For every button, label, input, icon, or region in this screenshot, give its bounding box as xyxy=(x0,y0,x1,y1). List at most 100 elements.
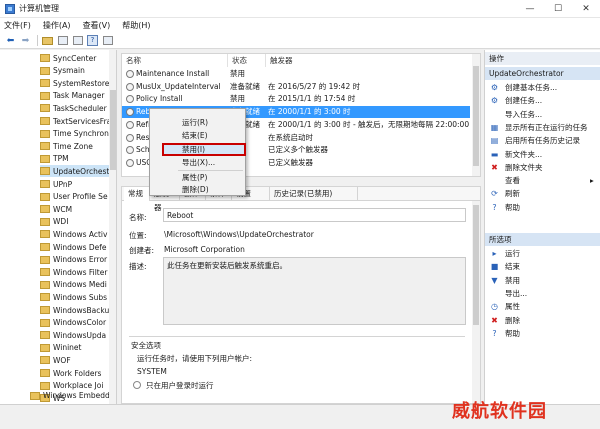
folder-icon xyxy=(40,129,50,138)
menu-file[interactable]: 文件(F) xyxy=(4,20,31,31)
tree-item[interactable]: UPnP xyxy=(40,178,72,190)
detail-scrollbar[interactable] xyxy=(472,201,480,403)
tree-item[interactable]: TaskScheduler xyxy=(40,102,107,114)
tree-item[interactable]: TextServicesFra xyxy=(40,115,111,127)
action-label: 查看 xyxy=(505,176,520,186)
tree-item[interactable]: WCM xyxy=(40,203,72,215)
action-item[interactable]: ✖ 删除 xyxy=(490,315,598,327)
menu-item-run[interactable]: 运行(R) xyxy=(182,117,208,128)
tree-item[interactable]: SyncCenter xyxy=(40,52,96,64)
close-button[interactable]: ✕ xyxy=(572,0,600,18)
tab-history[interactable]: 历史记录(已禁用) xyxy=(270,187,358,201)
actions-section-folder[interactable]: UpdateOrchestrator xyxy=(485,67,600,80)
location-label: 位置: xyxy=(129,231,147,240)
column-header-status[interactable]: 状态 xyxy=(228,54,266,67)
tree-item[interactable]: Time Synchron xyxy=(40,128,109,140)
tree-item[interactable]: UpdateOrchest xyxy=(40,165,110,178)
tree-item[interactable]: WindowsUpda xyxy=(40,329,106,341)
panel-icon[interactable] xyxy=(101,35,114,47)
properties-icon[interactable] xyxy=(71,35,84,47)
console-tree-icon[interactable] xyxy=(56,35,69,47)
name-field[interactable]: Reboot xyxy=(163,208,466,222)
tree-item-label: UpdateOrchest xyxy=(53,166,110,176)
menu-view[interactable]: 查看(V) xyxy=(83,20,111,31)
tree-item[interactable]: Wininet xyxy=(40,342,81,354)
action-item[interactable]: ◷ 属性 xyxy=(490,301,598,313)
tree-item-label: WDI xyxy=(53,217,69,227)
radio-logged-on-only[interactable] xyxy=(133,381,141,389)
task-list-scrollbar[interactable] xyxy=(472,54,480,176)
tree-item[interactable]: Windows Error xyxy=(40,254,107,266)
action-item[interactable]: 导入任务... xyxy=(490,109,598,121)
tab-general[interactable]: 常规 xyxy=(124,187,150,201)
folder-icon xyxy=(40,280,50,289)
maximize-button[interactable]: ☐ xyxy=(544,0,572,18)
tree-item[interactable]: SystemRestore xyxy=(40,77,109,89)
menu-action[interactable]: 操作(A) xyxy=(43,20,71,31)
action-item[interactable]: ⟳ 刷新 xyxy=(490,188,598,200)
back-arrow-icon[interactable]: ⬅ xyxy=(4,35,17,47)
help-icon[interactable]: ? xyxy=(86,35,99,47)
tree-item[interactable]: Windows Filter xyxy=(40,266,107,278)
column-header-trigger[interactable]: 触发器 xyxy=(266,54,470,67)
tree-item[interactable]: WOF xyxy=(40,354,71,366)
action-item[interactable]: 导出... xyxy=(490,288,598,300)
tree-item[interactable]: Windows Activ xyxy=(40,228,107,240)
tree-item[interactable]: WindowsColor xyxy=(40,317,106,329)
forward-arrow-icon[interactable]: ➡ xyxy=(19,35,32,47)
task-row[interactable]: MusUx_UpdateInterval 准备就绪在 2016/5/27 的 19… xyxy=(122,81,470,93)
tree-item[interactable]: Task Manager xyxy=(40,90,104,102)
action-item[interactable]: ✖ 删除文件夹 xyxy=(490,162,598,174)
tree-item[interactable]: Windows Subs xyxy=(40,291,107,303)
description-field[interactable]: 此任务在更新安装后触发系统重启。 xyxy=(163,257,466,325)
column-header-name[interactable]: 名称 xyxy=(122,54,228,67)
tree-item[interactable]: Work Folders xyxy=(40,367,101,379)
tree-item[interactable]: WDI xyxy=(40,216,68,228)
menu-item-properties[interactable]: 属性(P) xyxy=(182,172,207,183)
menu-item-delete[interactable]: 删除(D) xyxy=(182,184,209,195)
action-label: 帮助 xyxy=(505,202,520,212)
tree-item-windows-embedded[interactable]: Windows Embedd xyxy=(30,389,110,402)
help-icon: ? xyxy=(492,328,497,338)
tree-item[interactable]: User Profile Se xyxy=(40,191,108,203)
tree-item-label: Windows Subs xyxy=(53,292,108,302)
tree-item[interactable]: TPM xyxy=(40,153,69,165)
action-item[interactable]: ⚙ 创建基本任务... xyxy=(490,82,598,94)
action-item[interactable]: ▦ 显示所有正在运行的任务 xyxy=(490,122,598,134)
up-folder-icon[interactable] xyxy=(41,35,54,47)
tree-item-label: TaskScheduler xyxy=(53,103,107,113)
menu-item-disable[interactable]: 禁用(I) xyxy=(182,144,205,155)
minimize-button[interactable]: — xyxy=(516,0,544,18)
action-item[interactable]: ▤ 启用所有任务历史记录 xyxy=(490,135,598,147)
action-item[interactable]: ▼ 禁用 xyxy=(490,275,598,287)
menu-item-export[interactable]: 导出(X)... xyxy=(182,157,215,168)
action-item[interactable]: ▸ 运行 xyxy=(490,248,598,260)
menu-item-end[interactable]: 结束(E) xyxy=(182,130,208,141)
tree-item[interactable]: Time Zone xyxy=(40,140,93,152)
task-row[interactable]: Policy Install 禁用 在 2015/1/1 的 17:54 时 xyxy=(122,93,470,105)
description-label: 描述: xyxy=(129,262,147,271)
actions-section-selected[interactable]: 所选项 xyxy=(485,233,600,246)
console-tree[interactable]: SyncCenter Sysmain SystemRestore Task Manag… xyxy=(0,50,117,404)
task-row[interactable]: Maintenance Install 禁用 xyxy=(122,68,470,80)
task-trigger-cell: 在系统启动时 xyxy=(268,132,313,142)
action-item[interactable]: ■ 结束 xyxy=(490,261,598,273)
action-item[interactable]: ⚙ 创建任务... xyxy=(490,95,598,107)
task-clock-icon xyxy=(126,146,134,155)
task-clock-icon xyxy=(126,70,134,78)
tree-item[interactable]: Windows Medi xyxy=(40,279,107,291)
action-item[interactable]: 查看 ▸ xyxy=(490,175,598,187)
action-item[interactable]: ▬ 新文件夹... xyxy=(490,149,598,161)
tree-item[interactable]: Windows Defe xyxy=(40,241,107,253)
action-item[interactable]: ? 帮助 xyxy=(490,328,598,340)
action-item[interactable]: ? 帮助 xyxy=(490,202,598,214)
tree-scrollbar[interactable] xyxy=(109,50,116,404)
menu-help[interactable]: 帮助(H) xyxy=(122,20,150,31)
menu-separator xyxy=(178,170,243,171)
folder-icon xyxy=(40,117,50,125)
tree-item[interactable]: WindowsBacku xyxy=(40,304,109,316)
tree-item[interactable]: Sysmain xyxy=(40,65,85,77)
tree-item-label: User Profile Se xyxy=(53,192,108,202)
tree-item-label: SyncCenter xyxy=(53,53,97,63)
task-clock-icon xyxy=(126,82,134,91)
